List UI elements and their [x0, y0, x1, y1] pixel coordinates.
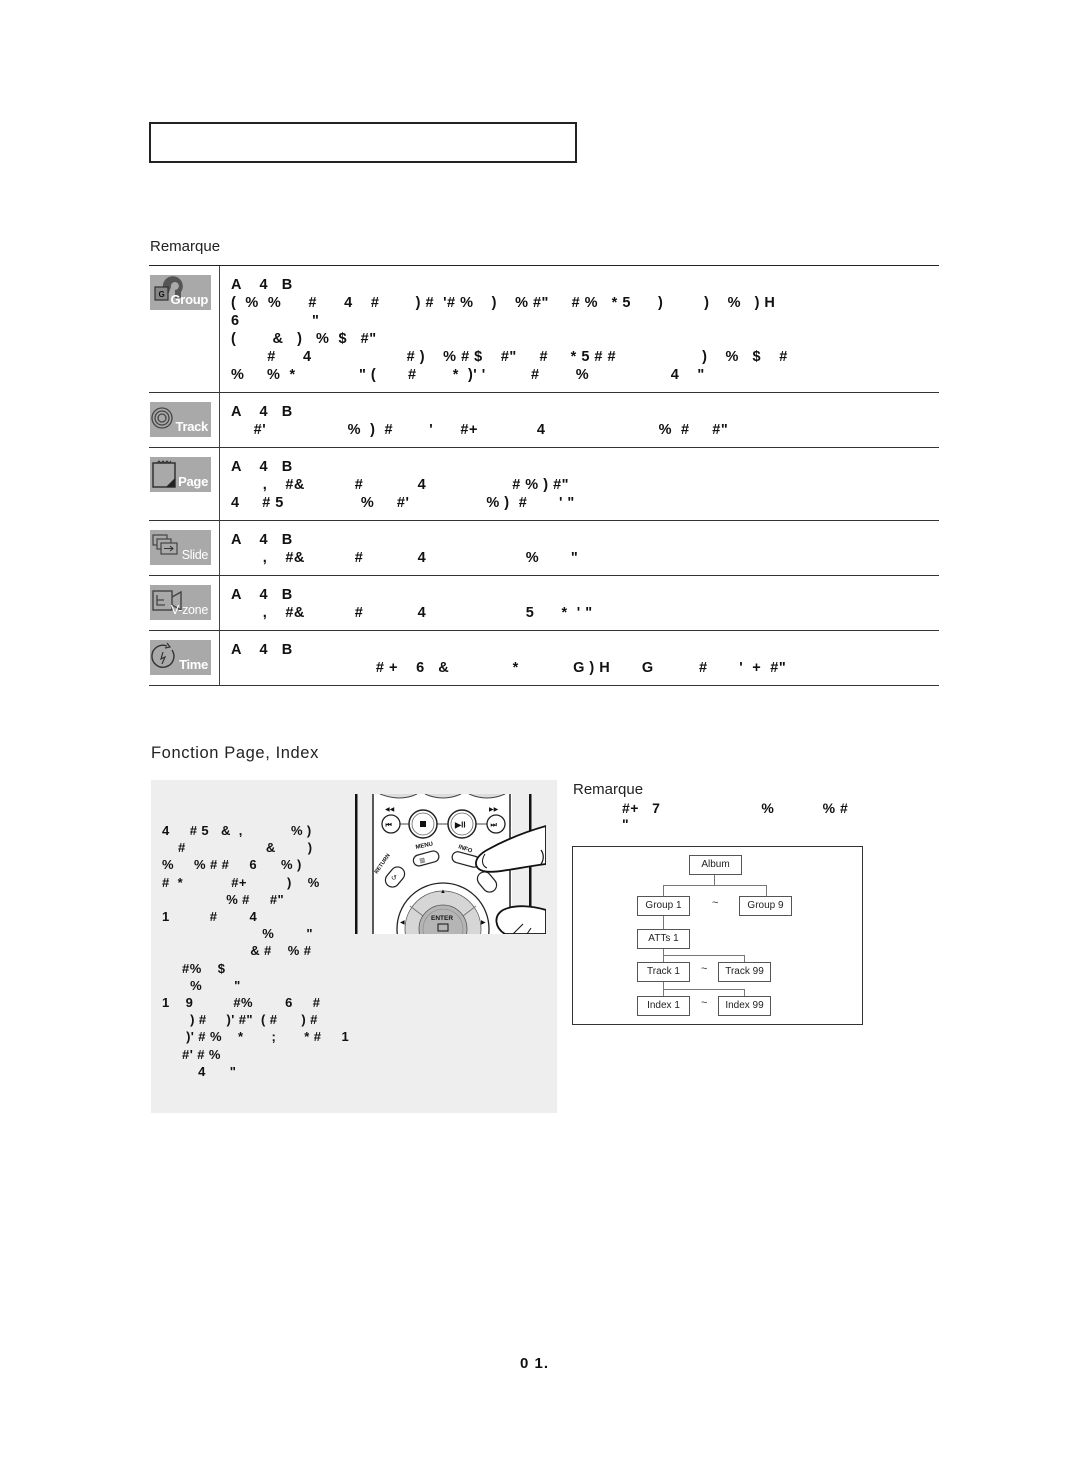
- row-text: A 4 B: [231, 459, 293, 475]
- instruction-line: ) # )' #" ( # ) #: [162, 1012, 318, 1028]
- table-row-page: Page A 4 B , #& # 4 # % ) #" 4 # 5 % #' …: [149, 448, 939, 521]
- note-text: #+ 7 % % # ": [622, 800, 848, 832]
- row-text: , #& # 4 # % ) #": [231, 477, 570, 493]
- node-index-first: Index 1: [637, 996, 690, 1016]
- node-group-first: Group 1: [637, 896, 690, 916]
- note-line: #+ 7 % % #: [622, 800, 849, 816]
- row-text: A 4 B: [231, 277, 293, 293]
- table-row-slide: Slide A 4 B , #& # 4 % ": [149, 521, 939, 576]
- svg-text:⏮: ⏮: [386, 822, 393, 829]
- range-tilde: ~: [701, 997, 708, 1009]
- slide-icon: Slide: [150, 530, 211, 565]
- remote-illustration: ◀◀ ▶▶ ⏮ ▶II ⏭ MENU ▥ INFO RETURN ↺ ▲ ◀ ▶…: [355, 794, 546, 934]
- row-text: A 4 B: [231, 532, 293, 548]
- table-row-vzone: V-zone A 4 B , #& # 4 5 * ' ": [149, 576, 939, 631]
- svg-text:▲: ▲: [440, 889, 446, 895]
- group-label: Group: [170, 292, 209, 307]
- instruction-line: & # % #: [162, 943, 312, 959]
- row-text: % % * " ( # * )' ' # % 4 ": [231, 367, 705, 383]
- row-text: , #& # 4 % ": [231, 550, 579, 566]
- instruction-line: 1 9 #% 6 #: [162, 995, 321, 1011]
- row-text: 6 ": [231, 313, 320, 329]
- time-icon: Time: [150, 640, 211, 675]
- row-text: A 4 B: [231, 642, 293, 658]
- svg-text:G: G: [159, 290, 165, 299]
- track-label: Track: [175, 419, 209, 434]
- instruction-line: 1 # 4: [162, 909, 258, 925]
- svg-text:▶II: ▶II: [454, 821, 466, 830]
- track-icon: Track: [150, 402, 211, 437]
- hierarchy-diagram: Album Group 1 ~ Group 9 ATTs 1 Track 1 ~…: [572, 846, 863, 1025]
- instruction-line: % ": [162, 977, 241, 993]
- note-line: ": [622, 816, 630, 832]
- instruction-line: 4 ": [162, 1063, 237, 1079]
- instruction-line: # & ): [162, 840, 313, 856]
- enter-button-label: ENTER: [431, 915, 453, 922]
- time-label: Time: [179, 657, 208, 672]
- range-tilde: ~: [701, 963, 708, 975]
- node-atts: ATTs 1: [637, 929, 690, 949]
- vzone-label: V-zone: [170, 603, 208, 617]
- feature-table: G Group A 4 B ( % % # 4 # ) # '# % ) % #…: [149, 265, 939, 686]
- svg-text:↺: ↺: [391, 875, 397, 882]
- instruction-line: % % # # 6 % ): [162, 857, 302, 873]
- row-text: #' % ) # ' #+ 4 % # #": [231, 422, 729, 438]
- node-index-last: Index 99: [718, 996, 771, 1016]
- instruction-line: % # #": [162, 891, 285, 907]
- svg-text:⏭: ⏭: [491, 822, 498, 829]
- instruction-line: )' # % * ; * # 1: [162, 1029, 350, 1045]
- vzone-icon: V-zone: [150, 585, 211, 620]
- remarque-heading: Remarque: [150, 238, 221, 255]
- slide-label: Slide: [181, 548, 209, 562]
- node-album: Album: [689, 855, 742, 875]
- instruction-text: 4 # 5 & , % ) # & ) % % # # 6 % ) # * #+…: [162, 822, 349, 1080]
- instruction-line: #% $: [162, 960, 226, 976]
- node-track-first: Track 1: [637, 962, 690, 982]
- svg-text:▶: ▶: [481, 920, 486, 926]
- row-text: 4 # 5 % #' % ) # ' ": [231, 495, 575, 511]
- range-tilde: ~: [712, 897, 719, 909]
- row-text: , #& # 4 5 * ' ": [231, 605, 593, 621]
- page-icon: Page: [150, 457, 211, 492]
- instruction-line: % ": [162, 926, 313, 942]
- title-box: [149, 122, 577, 163]
- group-icon: G Group: [150, 275, 211, 310]
- table-row-time: Time A 4 B # + 6 & * G ) H G # ' + #": [149, 631, 939, 686]
- row-text: A 4 B: [231, 587, 293, 603]
- svg-text:◀: ◀: [400, 920, 405, 926]
- page-label: Page: [178, 474, 208, 489]
- row-text: ( & ) % $ #": [231, 331, 377, 347]
- note-heading: Remarque: [573, 781, 644, 798]
- row-text: A 4 B: [231, 404, 293, 420]
- node-track-last: Track 99: [718, 962, 771, 982]
- table-row-group: G Group A 4 B ( % % # 4 # ) # '# % ) % #…: [149, 266, 939, 393]
- instruction-line: 4 # 5 & , % ): [162, 823, 312, 838]
- page-number: 0 1.: [520, 1355, 550, 1372]
- svg-text:◀◀: ◀◀: [385, 807, 395, 813]
- row-text: # 4 # ) % # $ #" # * 5 # # ) % $ #: [231, 349, 788, 365]
- instruction-line: # * #+ ) %: [162, 874, 320, 890]
- instruction-line: #' # %: [162, 1046, 221, 1062]
- svg-text:▶▶: ▶▶: [489, 807, 499, 813]
- row-text: ( % % # 4 # ) # '# % ) % #" # % * 5 ) ) …: [231, 295, 776, 311]
- table-row-track: Track A 4 B #' % ) # ' #+ 4 % # #": [149, 393, 939, 448]
- section-title: Fonction Page, Index: [151, 744, 319, 762]
- node-group-last: Group 9: [739, 896, 792, 916]
- row-text: # + 6 & * G ) H G # ' + #": [231, 660, 787, 676]
